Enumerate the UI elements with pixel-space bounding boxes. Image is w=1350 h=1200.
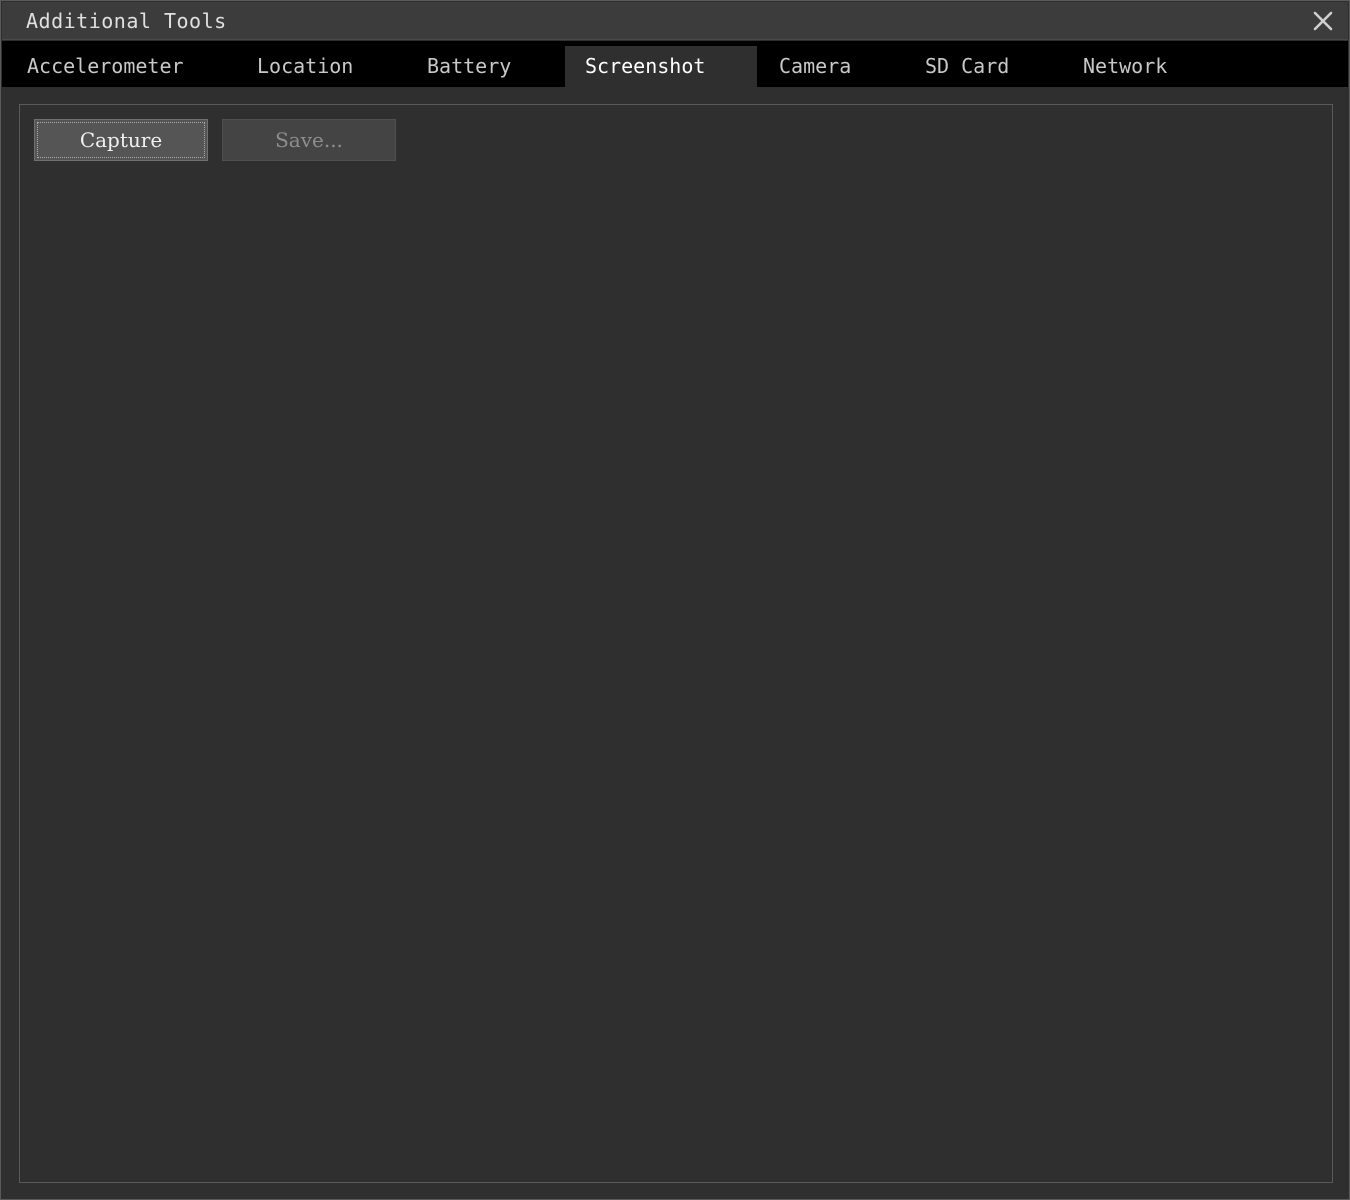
tab-accelerometer[interactable]: Accelerometer xyxy=(27,46,184,87)
tab-screenshot[interactable]: Screenshot xyxy=(565,46,757,87)
tab-battery[interactable]: Battery xyxy=(427,46,511,87)
close-button[interactable] xyxy=(1310,8,1336,34)
tab-bar: Accelerometer Location Battery Screensho… xyxy=(2,41,1348,87)
capture-button[interactable]: Capture xyxy=(34,119,208,161)
capture-button-label: Capture xyxy=(79,128,163,152)
tab-location[interactable]: Location xyxy=(257,46,353,87)
tab-sd-card[interactable]: SD Card xyxy=(925,46,1009,87)
tab-camera[interactable]: Camera xyxy=(779,46,851,87)
title-bar[interactable]: Additional Tools xyxy=(2,2,1348,40)
additional-tools-window: Additional Tools Accelerometer Location … xyxy=(0,0,1350,1200)
save-button[interactable]: Save... xyxy=(222,119,396,161)
save-button-label: Save... xyxy=(275,128,343,152)
tab-network[interactable]: Network xyxy=(1083,46,1167,87)
window-title: Additional Tools xyxy=(26,9,227,33)
screenshot-panel: Capture Save... xyxy=(19,104,1333,1183)
close-icon xyxy=(1313,11,1333,31)
